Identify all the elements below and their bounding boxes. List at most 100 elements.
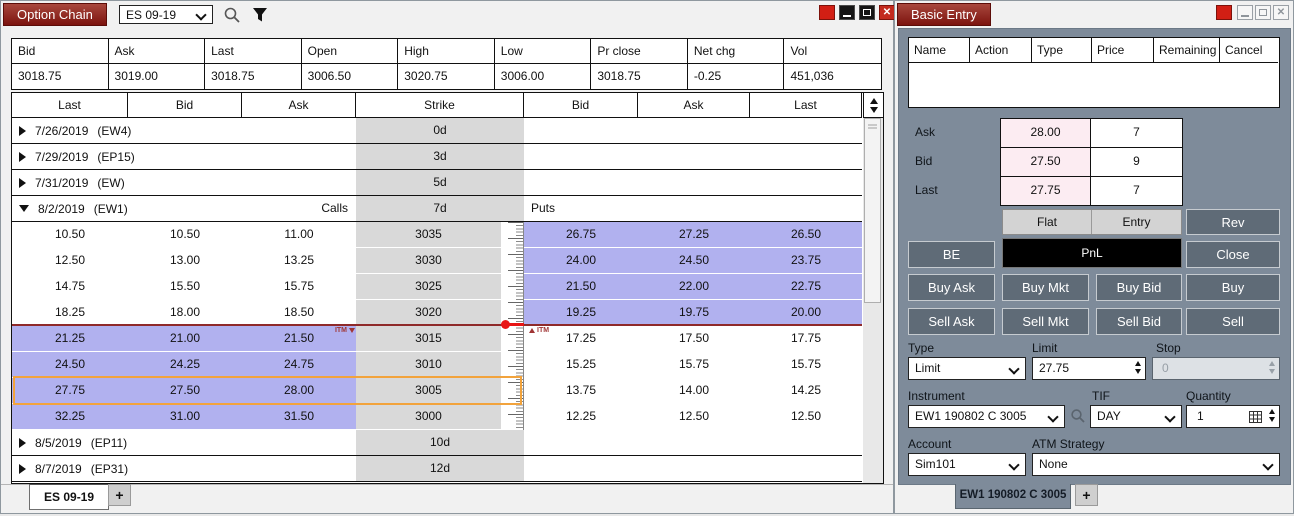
buy-market-button[interactable]: Buy Mkt [1002,274,1089,301]
sell-button[interactable]: Sell [1186,308,1280,335]
call-ask-cell[interactable]: 15.75 [242,274,356,299]
put-bid-cell[interactable]: 15.25 [524,352,638,377]
strike-cell[interactable]: 3010 [356,352,501,377]
expiry-row[interactable]: 8/7/2019(EP31)12d [12,456,862,482]
instrument-select[interactable]: ES 09-19 [119,5,213,24]
add-tab-button[interactable]: + [108,484,131,506]
search-icon[interactable] [223,6,241,24]
buy-button[interactable]: Buy [1186,274,1280,301]
orders-column-header[interactable]: Action [970,38,1032,63]
call-bid-cell[interactable]: 21.00 [128,326,242,351]
put-bid-cell[interactable]: 12.25 [524,404,638,429]
call-ask-cell[interactable]: 31.50 [242,404,356,429]
call-bid-cell[interactable]: 31.00 [128,404,242,429]
strike-cell[interactable]: 3000 [356,404,501,429]
expand-arrow-icon[interactable] [19,464,26,474]
call-bid-cell[interactable]: 18.00 [128,300,242,325]
expand-arrow-icon[interactable] [19,152,26,162]
strike-cell[interactable]: 3030 [356,248,501,273]
put-last-cell[interactable]: 14.25 [750,378,862,403]
put-bid-cell[interactable]: 13.75 [524,378,638,403]
filter-funnel-icon[interactable] [251,6,269,24]
expand-arrow-icon[interactable] [19,178,26,188]
put-last-cell[interactable]: 22.75 [750,274,862,299]
call-bid-cell[interactable]: 15.50 [128,274,242,299]
buy-bid-button[interactable]: Buy Bid [1096,274,1182,301]
limit-price-stepper[interactable]: 27.75 [1032,357,1146,380]
maximize-button[interactable] [1255,5,1271,20]
call-last-cell[interactable]: 12.50 [12,248,128,273]
expand-arrow-icon[interactable] [19,438,26,448]
call-last-cell[interactable]: 32.25 [12,404,128,429]
strike-cell[interactable]: 3020 [356,300,501,325]
chain-scroll-stepper[interactable] [863,93,883,118]
put-ask-cell[interactable]: 27.25 [638,222,750,247]
call-ask-cell[interactable]: 13.25 [242,248,356,273]
call-ask-cell[interactable]: 18.50 [242,300,356,325]
quote-price-cell[interactable]: 27.50 [1001,148,1091,176]
sell-ask-button[interactable]: Sell Ask [908,308,995,335]
put-last-cell[interactable]: 20.00 [750,300,862,325]
put-bid-cell[interactable]: 19.25 [524,300,638,325]
call-last-cell[interactable]: 27.75 [12,378,128,403]
chain-column-header[interactable]: Strike [356,93,524,118]
expiry-row[interactable]: 8/5/2019(EP11)10d [12,430,862,456]
put-bid-cell[interactable]: 21.50 [524,274,638,299]
quantity-stepper[interactable]: 1 [1186,405,1280,428]
strike-cell[interactable]: 3035 [356,222,501,247]
expiry-row[interactable]: 7/26/2019(EW4)0d [12,118,862,144]
call-bid-cell[interactable]: 13.00 [128,248,242,273]
quote-price-cell[interactable]: 27.75 [1001,177,1091,205]
put-bid-cell[interactable]: 24.00 [524,248,638,273]
put-last-cell[interactable]: 17.75 [750,326,862,351]
put-ask-cell[interactable]: 19.75 [638,300,750,325]
call-bid-cell[interactable]: 27.50 [128,378,242,403]
put-ask-cell[interactable]: 24.50 [638,248,750,273]
orders-column-header[interactable]: Name [909,38,970,63]
strike-cell[interactable]: 3005 [356,378,501,403]
chain-column-header[interactable]: Last [750,93,862,118]
expiry-row[interactable]: 8/2/2019(EW1)Calls7dPuts [12,196,862,222]
tab-es-09-19[interactable]: ES 09-19 [29,484,109,510]
call-ask-cell[interactable]: 24.75 [242,352,356,377]
orders-column-header[interactable]: Price [1092,38,1154,63]
stepper-arrows[interactable] [1135,361,1141,374]
put-ask-cell[interactable]: 12.50 [638,404,750,429]
vertical-scrollbar[interactable] [863,118,883,483]
strike-cell[interactable]: 3015 [356,326,501,351]
put-last-cell[interactable]: 15.75 [750,352,862,377]
maximize-button[interactable] [859,5,875,20]
atm-strategy-select[interactable]: None [1032,453,1280,476]
sell-bid-button[interactable]: Sell Bid [1096,308,1182,335]
chain-column-header[interactable]: Last [12,93,128,118]
quantity-keypad-icon[interactable] [1249,411,1262,423]
expiry-row[interactable]: 7/29/2019(EP15)3d [12,144,862,170]
close-position-button[interactable]: Close [1186,241,1280,268]
entry-button[interactable]: Entry [1092,210,1181,234]
instrument-select[interactable]: EW1 190802 C 3005 [908,405,1065,428]
put-ask-cell[interactable]: 17.50 [638,326,750,351]
orders-column-header[interactable]: Type [1032,38,1092,63]
call-last-cell[interactable]: 21.25 [12,326,128,351]
tab-ew1-190802-c-3005[interactable]: EW1 190802 C 3005 [955,484,1071,509]
put-ask-cell[interactable]: 22.00 [638,274,750,299]
scrollbar-thumb[interactable] [864,118,881,303]
close-button[interactable]: ✕ [879,5,895,20]
orders-column-header[interactable]: Cancel [1220,38,1278,63]
call-last-cell[interactable]: 10.50 [12,222,128,247]
stepper-arrows[interactable] [1269,409,1275,422]
put-ask-cell[interactable]: 14.00 [638,378,750,403]
link-button[interactable] [819,5,835,20]
call-last-cell[interactable]: 14.75 [12,274,128,299]
pnl-display[interactable]: PnL [1002,238,1182,268]
strike-cell[interactable]: 3025 [356,274,501,299]
order-type-select[interactable]: Limit [908,357,1026,380]
call-last-cell[interactable]: 24.50 [12,352,128,377]
put-bid-cell[interactable]: 26.75 [524,222,638,247]
minimize-button[interactable] [839,5,855,20]
put-last-cell[interactable]: 23.75 [750,248,862,273]
put-last-cell[interactable]: 26.50 [750,222,862,247]
link-button[interactable] [1216,5,1232,20]
minimize-button[interactable] [1237,5,1253,20]
buy-ask-button[interactable]: Buy Ask [908,274,995,301]
